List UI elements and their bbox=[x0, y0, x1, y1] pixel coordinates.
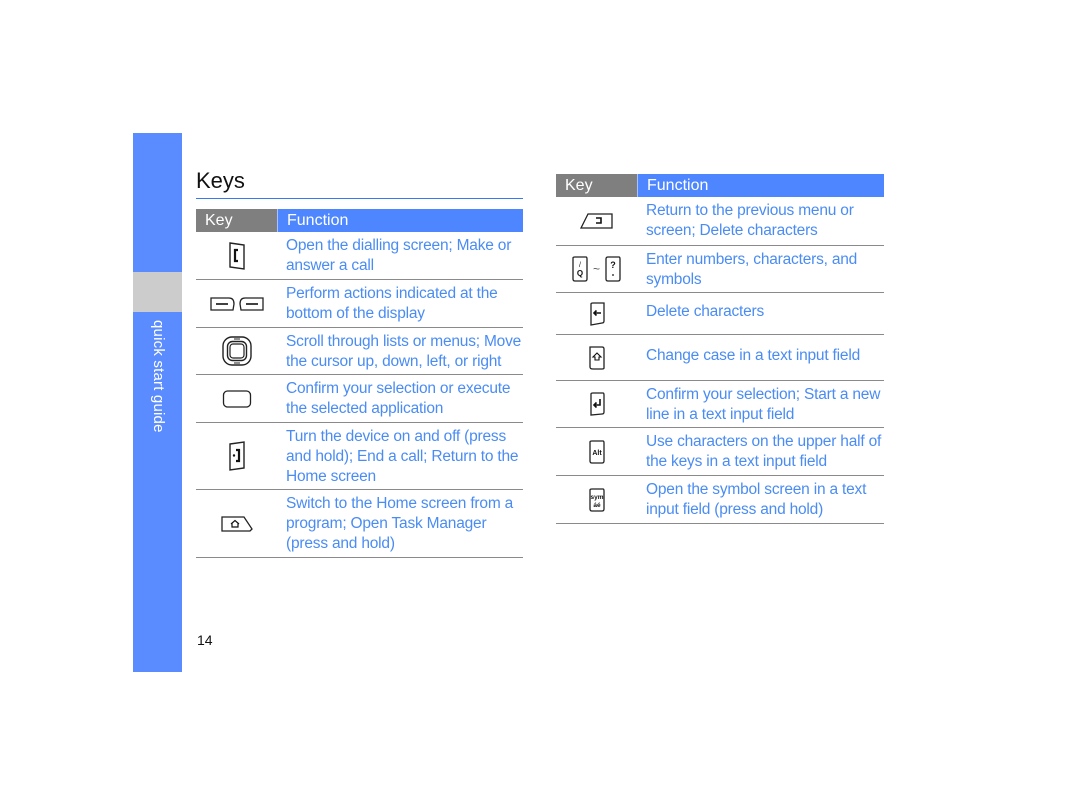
section-tab-marker bbox=[133, 272, 182, 312]
power-end-key-icon bbox=[196, 423, 277, 489]
table-row: Perform actions indicated at the bottom … bbox=[196, 280, 523, 328]
function-text: Delete characters bbox=[646, 302, 765, 320]
function-text: Confirm your selection or execute the se… bbox=[286, 380, 511, 417]
delete-key-icon bbox=[556, 293, 637, 334]
back-key-icon bbox=[556, 197, 637, 245]
table-header: Key Function bbox=[196, 209, 523, 232]
function-text: Confirm your selection; Start a new line… bbox=[646, 386, 881, 423]
softkeys-icon bbox=[196, 280, 277, 327]
function-text: Change case in a text input field bbox=[646, 346, 860, 364]
sym-key-icon: sym áé bbox=[556, 476, 637, 523]
function-text: Switch to the Home screen from a program… bbox=[286, 495, 514, 552]
table-row: sym áé Open the symbol screen in a text i… bbox=[556, 476, 884, 524]
function-text: Use characters on the upper half of the … bbox=[646, 433, 882, 470]
range-separator: ~ bbox=[592, 262, 600, 276]
table-row: Turn the device on and off (press and ho… bbox=[196, 423, 523, 490]
shift-key-icon bbox=[556, 335, 637, 380]
alt-key-icon: Alt bbox=[556, 428, 637, 475]
table-row: / Q ~ ? Enter numbers, characters, and sy… bbox=[556, 246, 884, 293]
navigation-key-icon bbox=[196, 328, 277, 374]
svg-text:?: ? bbox=[610, 260, 616, 270]
column-header-key: Key bbox=[556, 174, 637, 197]
section-label: quick start guide bbox=[150, 320, 167, 433]
table-row: Return to the previous menu or screen; D… bbox=[556, 197, 884, 246]
svg-text:/: / bbox=[579, 262, 581, 269]
function-text: Open the symbol screen in a text input f… bbox=[646, 481, 867, 518]
enter-key-icon bbox=[556, 381, 637, 427]
table-row: Change case in a text input field bbox=[556, 335, 884, 381]
table-row: Delete characters bbox=[556, 293, 884, 335]
column-header-function: Function bbox=[637, 174, 884, 197]
keys-table-right: Key Function Return to the previous menu… bbox=[556, 174, 884, 524]
function-text: Scroll through lists or menus; Move the … bbox=[286, 333, 522, 370]
alt-key-label: Alt bbox=[592, 450, 602, 457]
question-key-icon: ? bbox=[605, 256, 621, 282]
home-key-icon bbox=[196, 490, 277, 557]
title-divider bbox=[196, 198, 523, 199]
alphanumeric-keys-icon: / Q ~ ? bbox=[556, 246, 637, 292]
function-text: Open the dialling screen; Make or answer… bbox=[286, 237, 512, 274]
column-header-function: Function bbox=[277, 209, 523, 232]
function-text: Perform actions indicated at the bottom … bbox=[286, 285, 498, 322]
sym-key-label-bottom: áé bbox=[593, 502, 601, 509]
dial-key-icon bbox=[196, 232, 277, 279]
table-row: Alt Use characters on the upper half of … bbox=[556, 428, 884, 476]
confirm-key-icon bbox=[196, 375, 277, 422]
keys-table-left: Key Function Open the dialling screen; M… bbox=[196, 209, 523, 558]
table-row: Open the dialling screen; Make or answer… bbox=[196, 232, 523, 280]
function-text: Turn the device on and off (press and ho… bbox=[286, 428, 519, 485]
table-row: Confirm your selection; Start a new line… bbox=[556, 381, 884, 428]
table-header: Key Function bbox=[556, 174, 884, 197]
table-row: Confirm your selection or execute the se… bbox=[196, 375, 523, 423]
function-text: Enter numbers, characters, and symbols bbox=[646, 251, 858, 288]
table-row: Scroll through lists or menus; Move the … bbox=[196, 328, 523, 375]
table-row: Switch to the Home screen from a program… bbox=[196, 490, 523, 558]
svg-text:Q: Q bbox=[577, 269, 583, 278]
page-title: Keys bbox=[196, 168, 245, 193]
q-key-icon: /Q bbox=[572, 256, 588, 282]
column-header-key: Key bbox=[196, 209, 277, 232]
page-number: 14 bbox=[197, 632, 213, 648]
function-text: Return to the previous menu or screen; D… bbox=[646, 202, 854, 239]
sym-key-label-top: sym bbox=[590, 494, 603, 501]
